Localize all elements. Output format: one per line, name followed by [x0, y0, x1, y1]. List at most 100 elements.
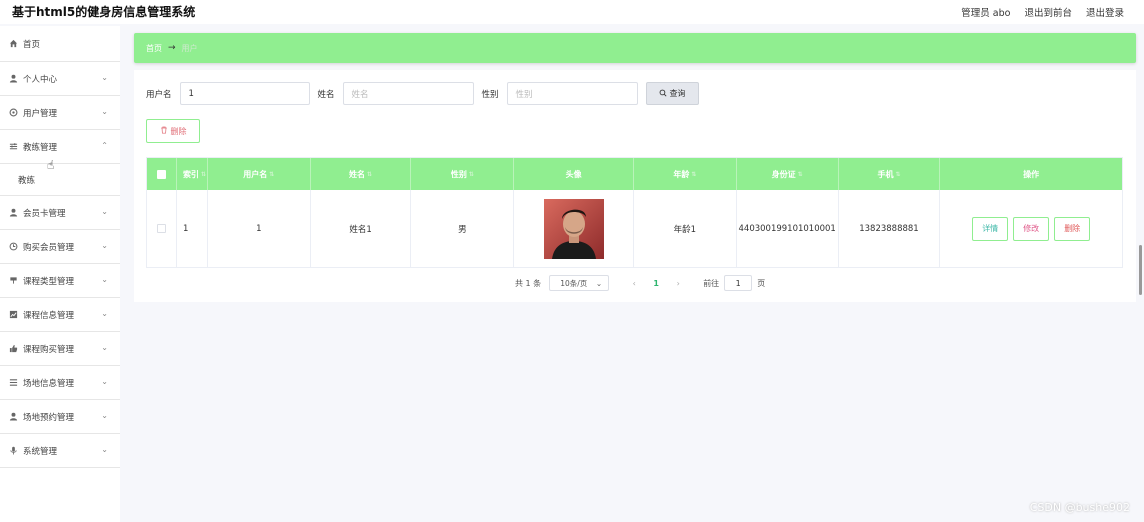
sidebar-item-label: 课程类型管理	[23, 276, 75, 287]
avatar	[543, 198, 604, 259]
sidebar-subitem-coach[interactable]: 教练	[0, 164, 120, 196]
chevron-down-icon: ⌄	[101, 73, 108, 82]
cell-avatar	[514, 190, 634, 267]
col-id-card[interactable]: 身份证 ⇅	[737, 158, 839, 190]
sidebar-item-system[interactable]: 系统管理 ⌄	[0, 434, 120, 468]
chevron-down-icon: ⌄	[101, 411, 108, 420]
list-icon	[8, 378, 18, 388]
select-all-checkbox[interactable]	[156, 169, 166, 179]
sliders-icon	[8, 142, 18, 152]
user-icon	[8, 412, 18, 422]
detail-button[interactable]: 详情	[972, 216, 1009, 241]
sort-icon: ⇅	[691, 170, 697, 178]
next-page-button[interactable]: ›	[667, 279, 689, 288]
flag-icon	[8, 276, 18, 286]
query-label: 查询	[669, 89, 686, 98]
col-sex[interactable]: 性别 ⇅	[411, 158, 515, 190]
clock-icon	[8, 242, 18, 252]
sidebar-item-coach[interactable]: 教练管理 ⌃	[0, 130, 120, 164]
cell-username: 1	[208, 190, 311, 267]
sidebar-item-label: 场地信息管理	[23, 378, 75, 389]
delete-button[interactable]: 删除	[1054, 216, 1091, 241]
col-username[interactable]: 用户名 ⇅	[208, 158, 311, 190]
col-age[interactable]: 年龄 ⇅	[634, 158, 737, 190]
chevron-down-icon: ⌄	[101, 343, 108, 352]
total-count: 共 1 条	[515, 278, 542, 288]
query-button[interactable]: 查询	[645, 82, 699, 105]
to-front-link[interactable]: 退出到前台	[1024, 5, 1072, 19]
page-size-value: 10条/页	[560, 278, 588, 288]
sidebar-item-label: 会员卡管理	[23, 208, 66, 219]
chevron-down-icon: ⌄	[101, 241, 108, 250]
chevron-down-icon: ⌄	[101, 445, 108, 454]
sidebar-item-course-buy[interactable]: 课程购买管理 ⌄	[0, 332, 120, 366]
sidebar-item-label: 首页	[23, 39, 41, 50]
col-label: 头像	[565, 169, 582, 179]
chevron-down-icon: ⌄	[595, 278, 603, 288]
logout-link[interactable]: 退出登录	[1086, 5, 1124, 19]
goto-suffix: 页	[757, 278, 766, 288]
sort-icon: ⇅	[895, 170, 901, 178]
row-checkbox[interactable]	[156, 224, 166, 233]
col-label: 年龄	[673, 169, 690, 179]
col-label: 索引	[182, 169, 199, 179]
sidebar-item-label: 课程购买管理	[23, 344, 75, 355]
row-select-cell	[147, 190, 177, 267]
admin-label: 管理员 abo	[961, 8, 1011, 19]
pointer-cursor-icon: ☝	[47, 158, 55, 172]
breadcrumb: 首页 → 用户	[134, 33, 1136, 63]
chevron-down-icon: ⌄	[101, 107, 108, 116]
page-number-current[interactable]: 1	[645, 279, 667, 288]
col-phone[interactable]: 手机 ⇅	[839, 158, 941, 190]
header-nav: 管理员 abo 退出到前台 退出登录	[961, 5, 1124, 19]
sidebar-item-users[interactable]: 用户管理 ⌄	[0, 96, 120, 130]
sidebar-item-venue-info[interactable]: 场地信息管理 ⌄	[0, 366, 120, 400]
cell-sex: 男	[411, 190, 515, 267]
user-icon	[8, 74, 18, 84]
col-label: 手机	[877, 169, 894, 179]
user-icon	[8, 208, 18, 218]
breadcrumb-current: 用户	[181, 43, 198, 53]
cell-phone: 13823888881	[839, 190, 941, 267]
username-input[interactable]: 1	[179, 82, 310, 105]
sidebar-item-buy-member[interactable]: 购买会员管理 ⌄	[0, 230, 120, 264]
sidebar-item-profile[interactable]: 个人中心 ⌄	[0, 62, 120, 96]
home-icon	[8, 39, 18, 49]
sidebar-item-course-info[interactable]: 课程信息管理 ⌄	[0, 298, 120, 332]
sidebar-item-member-card[interactable]: 会员卡管理 ⌄	[0, 196, 120, 230]
sidebar-item-venue-booking[interactable]: 场地预约管理 ⌄	[0, 400, 120, 434]
col-index[interactable]: 索引 ⇅	[177, 158, 208, 190]
sex-input[interactable]: 性别	[506, 82, 638, 105]
sort-icon: ⇅	[200, 170, 206, 178]
search-icon	[659, 89, 667, 99]
top-header: 基于html5的健身房信息管理系统 管理员 abo 退出到前台 退出登录	[0, 0, 1144, 24]
prev-page-button[interactable]: ‹	[623, 279, 645, 288]
col-label: 姓名	[349, 169, 366, 179]
page-scrollbar[interactable]	[1139, 245, 1142, 295]
batch-delete-button[interactable]: 删除	[146, 119, 200, 143]
sidebar-item-home[interactable]: 首页	[0, 26, 120, 62]
chevron-up-icon: ⌃	[101, 141, 108, 150]
gear-icon	[8, 108, 18, 118]
page-size-select[interactable]: 10条/页 ⌄	[549, 275, 610, 291]
cell-age: 年龄1	[634, 190, 737, 267]
goto-prefix: 前往	[703, 278, 720, 288]
goto-page-input[interactable]: 1	[724, 275, 753, 291]
sort-icon: ⇅	[367, 170, 373, 178]
row-actions: 详情 修改 删除	[972, 216, 1091, 241]
sidebar-item-label: 教练管理	[23, 142, 58, 153]
cell-id-card: 440300199101010001	[737, 190, 839, 267]
sidebar-item-label: 用户管理	[23, 108, 58, 119]
col-name[interactable]: 姓名 ⇅	[311, 158, 412, 190]
sidebar-item-course-type[interactable]: 课程类型管理 ⌄	[0, 264, 120, 298]
name-input[interactable]: 姓名	[342, 82, 474, 105]
breadcrumb-home[interactable]: 首页	[146, 43, 162, 54]
table-row: 1 1 姓名1 男 年龄1 440300199101010001 1382388…	[147, 190, 1122, 267]
app-title: 基于html5的健身房信息管理系统	[12, 5, 196, 19]
user-table: 索引 ⇅ 用户名 ⇅ 姓名 ⇅ 性别 ⇅ 头像 年龄 ⇅ 身份证 ⇅ 手机 ⇅ 操作 1 1 …	[146, 157, 1123, 268]
edit-button[interactable]: 修改	[1013, 216, 1050, 241]
select-all-cell	[147, 158, 177, 190]
cell-name: 姓名1	[311, 190, 412, 267]
sort-icon: ⇅	[797, 170, 803, 178]
arrow-right-icon: →	[168, 43, 176, 53]
